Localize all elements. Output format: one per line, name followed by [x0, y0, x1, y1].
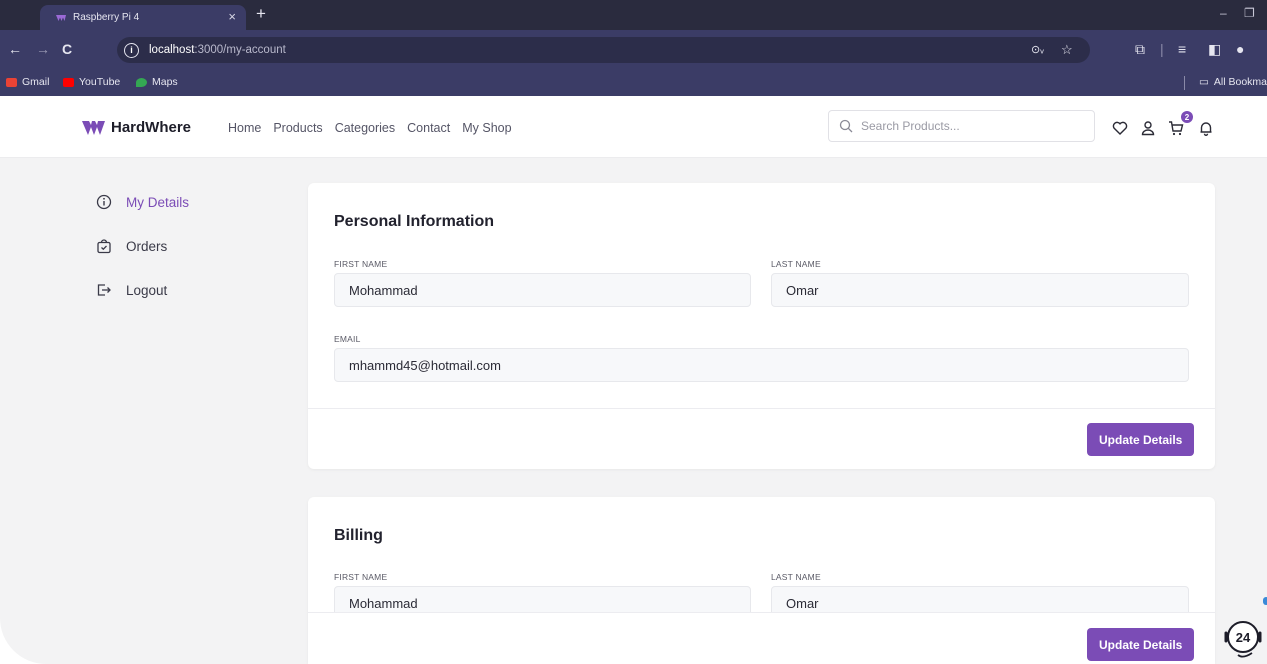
first-name-label: FIRST NAME: [334, 259, 388, 269]
url-path: :3000/my-account: [194, 44, 286, 56]
sticky-action-bar: Update Details: [308, 612, 1215, 664]
personal-information-card: Personal Information FIRST NAME LAST NAM…: [308, 183, 1215, 469]
youtube-icon: [63, 77, 74, 87]
forward-button[interactable]: →: [36, 41, 50, 57]
shopping-bag-check-icon: [97, 239, 111, 254]
brand-name: HardWhere: [111, 119, 192, 136]
nav-products[interactable]: Products: [273, 121, 322, 135]
nav-categories[interactable]: Categories: [335, 121, 395, 135]
bookmark-gmail[interactable]: Gmail: [6, 76, 49, 88]
sidebar-item-logout[interactable]: Logout: [96, 282, 167, 298]
support-24-icon[interactable]: 24: [1222, 616, 1264, 660]
sidebar-item-label: Orders: [126, 238, 168, 254]
address-bar[interactable]: i localhost :3000/my-account ⊙ᵥ ☆: [117, 37, 1090, 63]
password-key-icon[interactable]: ⊙ᵥ: [1031, 43, 1044, 56]
reading-list-icon[interactable]: ≡: [1178, 41, 1186, 57]
section-title: Billing: [334, 527, 383, 544]
email-field[interactable]: [334, 348, 1189, 382]
logout-icon: [97, 284, 111, 296]
bookmark-star-icon[interactable]: ☆: [1061, 42, 1073, 58]
scroll-indicator: [1263, 597, 1267, 605]
last-name-field[interactable]: [771, 273, 1189, 307]
back-button[interactable]: ←: [8, 41, 22, 57]
extensions-icon[interactable]: ⧉: [1135, 41, 1145, 58]
hardwhere-favicon-icon: [56, 14, 66, 21]
reload-button[interactable]: C: [62, 41, 72, 57]
card-divider: [308, 408, 1215, 409]
support-label: 24: [1236, 630, 1251, 645]
tab-close-button[interactable]: ×: [228, 9, 236, 24]
update-details-button[interactable]: Update Details: [1087, 423, 1195, 456]
site-info-icon[interactable]: i: [124, 42, 139, 58]
first-name-label: FIRST NAME: [334, 572, 388, 582]
all-bookmarks[interactable]: ▭ All Bookma: [1199, 76, 1267, 88]
heart-icon[interactable]: [1112, 120, 1128, 136]
nav-my-shop[interactable]: My Shop: [462, 121, 511, 135]
tab-title: Raspberry Pi 4: [73, 12, 140, 23]
site-header: HardWhere Home Products Categories Conta…: [0, 96, 1267, 158]
folder-icon: ▭: [1198, 76, 1209, 88]
cart-count-badge: 2: [1181, 111, 1193, 123]
url-host: localhost: [149, 44, 195, 56]
search-input[interactable]: [861, 119, 1081, 133]
bookmark-maps[interactable]: Maps: [136, 76, 178, 88]
nav-contact[interactable]: Contact: [407, 121, 450, 135]
main-nav: Home Products Categories Contact My Shop: [228, 121, 512, 135]
search-icon: [839, 119, 853, 133]
screen: Raspberry Pi 4 × + – ❐ ← → C i localhost…: [0, 0, 1267, 664]
sidebar-item-label: Logout: [126, 282, 168, 298]
email-label: EMAIL: [334, 334, 361, 344]
new-tab-button[interactable]: +: [256, 4, 266, 24]
browser-tabstrip: Raspberry Pi 4 × + – ❐: [0, 0, 1267, 30]
last-name-label: LAST NAME: [771, 259, 821, 269]
sidebar-item-my-details[interactable]: My Details: [96, 194, 189, 210]
bookmark-youtube[interactable]: YouTube: [63, 76, 120, 88]
browser-tab[interactable]: Raspberry Pi 4 ×: [40, 5, 246, 30]
browser-toolbar: ← → C i localhost :3000/my-account ⊙ᵥ ☆ …: [0, 30, 1267, 70]
user-icon[interactable]: [1140, 120, 1156, 136]
bookmark-label: Maps: [152, 76, 178, 88]
brand-logo[interactable]: HardWhere: [82, 119, 191, 136]
bookmarks-bar: Gmail YouTube Maps ▭ All Bookma: [0, 70, 1267, 96]
bookmarks-separator: [1184, 76, 1185, 90]
hardwhere-logo-icon: [82, 120, 105, 135]
minimize-button[interactable]: –: [1220, 6, 1227, 20]
restore-button[interactable]: ❐: [1244, 6, 1255, 20]
maps-icon: [136, 77, 147, 87]
sidebar-item-orders[interactable]: Orders: [96, 238, 167, 254]
bell-icon[interactable]: [1198, 120, 1214, 136]
toolbar-separator: |: [1160, 41, 1164, 57]
nav-home[interactable]: Home: [228, 121, 261, 135]
last-name-label: LAST NAME: [771, 572, 821, 582]
sidebar-item-label: My Details: [126, 194, 190, 210]
first-name-field[interactable]: [334, 273, 751, 307]
gmail-icon: [6, 77, 17, 87]
side-panel-icon[interactable]: ◧: [1208, 41, 1221, 58]
bookmark-label: Gmail: [22, 76, 50, 88]
search-box[interactable]: [828, 110, 1095, 142]
section-title: Personal Information: [334, 213, 495, 230]
info-circle-icon: [96, 194, 112, 210]
bookmark-label: YouTube: [79, 76, 121, 88]
update-details-button[interactable]: Update Details: [1087, 628, 1195, 661]
all-bookmarks-label: All Bookma: [1213, 76, 1267, 88]
cart-icon[interactable]: [1168, 120, 1184, 136]
profile-avatar-icon[interactable]: ●: [1236, 41, 1244, 57]
